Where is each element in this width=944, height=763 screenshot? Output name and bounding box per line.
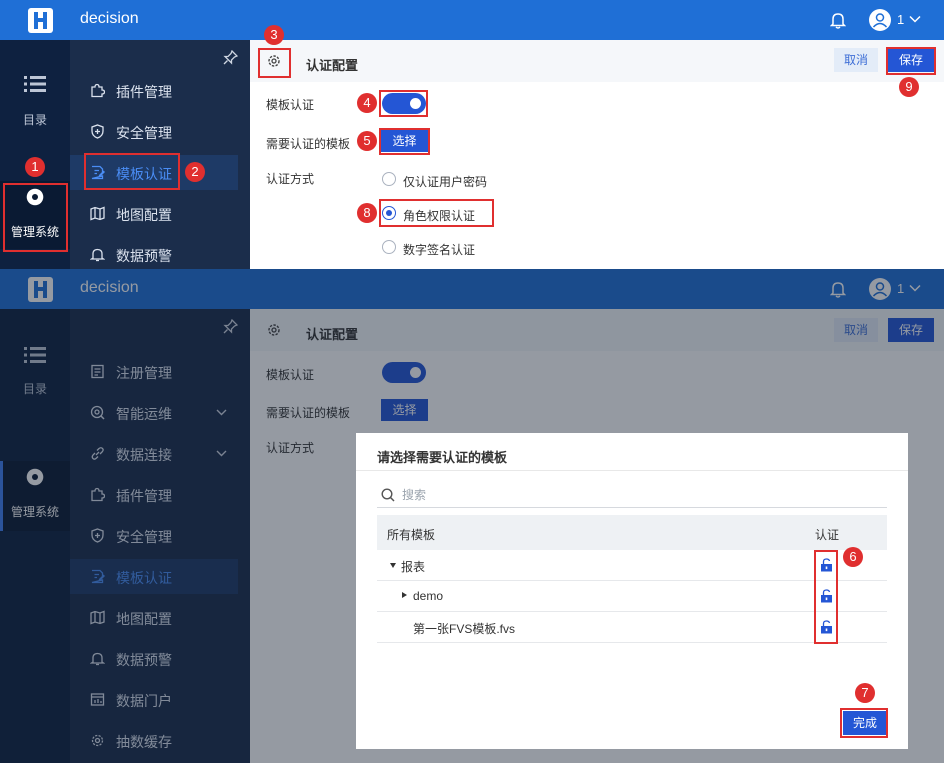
- search-icon: [381, 488, 395, 502]
- annotation-marker: 4: [357, 93, 377, 113]
- annotation-box-save: [886, 47, 936, 75]
- puzzle-icon: [91, 83, 105, 98]
- annotation-box-toggle: [379, 90, 428, 117]
- annotation-marker: 8: [357, 203, 377, 223]
- user-avatar-icon[interactable]: [869, 9, 891, 31]
- app-header: decision 1: [0, 0, 944, 40]
- tree-row-fvs[interactable]: 第一张FVS模板.fvs: [377, 612, 887, 643]
- config-content: 认证配置 取消 保存 模板认证 需要认证的模板 选择 认证方式 仅认证用户密码 …: [250, 40, 944, 269]
- dialog-divider: [356, 470, 908, 471]
- tree-row-demo[interactable]: demo: [377, 581, 887, 612]
- annotation-marker: 6: [843, 547, 863, 567]
- menu-item-map-config[interactable]: 地图配置: [70, 196, 238, 231]
- search-underline: [377, 507, 887, 508]
- annotation-box-locks: [814, 550, 838, 644]
- col-all-templates: 所有模板: [387, 528, 436, 542]
- app-logo-icon: [28, 8, 53, 33]
- caret-right-icon[interactable]: [402, 592, 407, 598]
- annotation-box-template-auth: [84, 153, 180, 190]
- app-name: decision: [80, 10, 139, 27]
- menu-item-label: 插件管理: [116, 84, 172, 100]
- nav-catalog[interactable]: 目录: [0, 76, 70, 146]
- auth-method-label: 认证方式: [266, 172, 315, 186]
- radio-dot: [382, 172, 396, 186]
- annotation-marker: 2: [185, 162, 205, 182]
- user-id[interactable]: 1: [897, 12, 904, 27]
- map-icon: [90, 206, 105, 221]
- radio-label: 数字签名认证: [403, 243, 476, 257]
- annotation-box-admin: [3, 183, 68, 252]
- caret-down-icon[interactable]: [390, 563, 396, 568]
- list-icon: [24, 76, 46, 92]
- tree-row-report[interactable]: 报表: [377, 550, 887, 581]
- annotation-marker: 9: [899, 77, 919, 97]
- menu-item-plugin[interactable]: 插件管理: [70, 73, 238, 108]
- annotation-marker: 7: [855, 683, 875, 703]
- template-table-header: 所有模板 认证: [377, 515, 887, 550]
- chevron-down-icon[interactable]: [909, 15, 921, 23]
- radio-label: 仅认证用户密码: [403, 175, 488, 189]
- annotation-box-done: [840, 708, 888, 738]
- menu-item-label: 安全管理: [116, 125, 172, 141]
- menu-item-label: 地图配置: [116, 207, 172, 223]
- nav-catalog-label: 目录: [22, 113, 47, 127]
- pin-icon[interactable]: [223, 50, 238, 65]
- menu-item-data-alert[interactable]: 数据预警: [70, 237, 238, 269]
- need-auth-template-label: 需要认证的模板: [266, 137, 351, 151]
- col-auth: 认证: [815, 528, 840, 542]
- annotation-marker: 3: [264, 25, 284, 45]
- template-auth-label: 模板认证: [266, 98, 315, 112]
- shield-icon: [91, 124, 104, 139]
- bell-icon: [90, 248, 105, 262]
- annotation-marker: 5: [357, 131, 377, 151]
- menu-item-security[interactable]: 安全管理: [70, 114, 238, 149]
- screenshot-panel-bottom: decision 1 目录 管理系统 注册管理 智能运维 数据连接 插件管理 安…: [0, 269, 944, 763]
- annotation-box-select: [379, 128, 430, 155]
- config-title: 认证配置: [306, 58, 359, 73]
- tree-row-label: 报表: [401, 560, 426, 574]
- notification-bell-icon[interactable]: [830, 11, 846, 29]
- menu-item-label: 数据预警: [116, 248, 172, 264]
- annotation-box-gear: [258, 48, 291, 78]
- screenshot-panel-top: decision 1 目录 管理系统 插件管理 安全管理 模板认证 地图配置 数…: [0, 0, 944, 269]
- config-top-bar: 认证配置 取消 保存: [250, 40, 944, 82]
- annotation-box-role-radio: [379, 199, 494, 227]
- template-search-input[interactable]: [402, 486, 882, 504]
- annotation-marker: 1: [25, 157, 45, 177]
- cancel-button[interactable]: 取消: [834, 48, 878, 72]
- tree-row-label: demo: [413, 589, 444, 603]
- dialog-title: 请选择需要认证的模板: [377, 450, 508, 465]
- radio-dot: [382, 240, 396, 254]
- tree-row-label: 第一张FVS模板.fvs: [413, 622, 516, 636]
